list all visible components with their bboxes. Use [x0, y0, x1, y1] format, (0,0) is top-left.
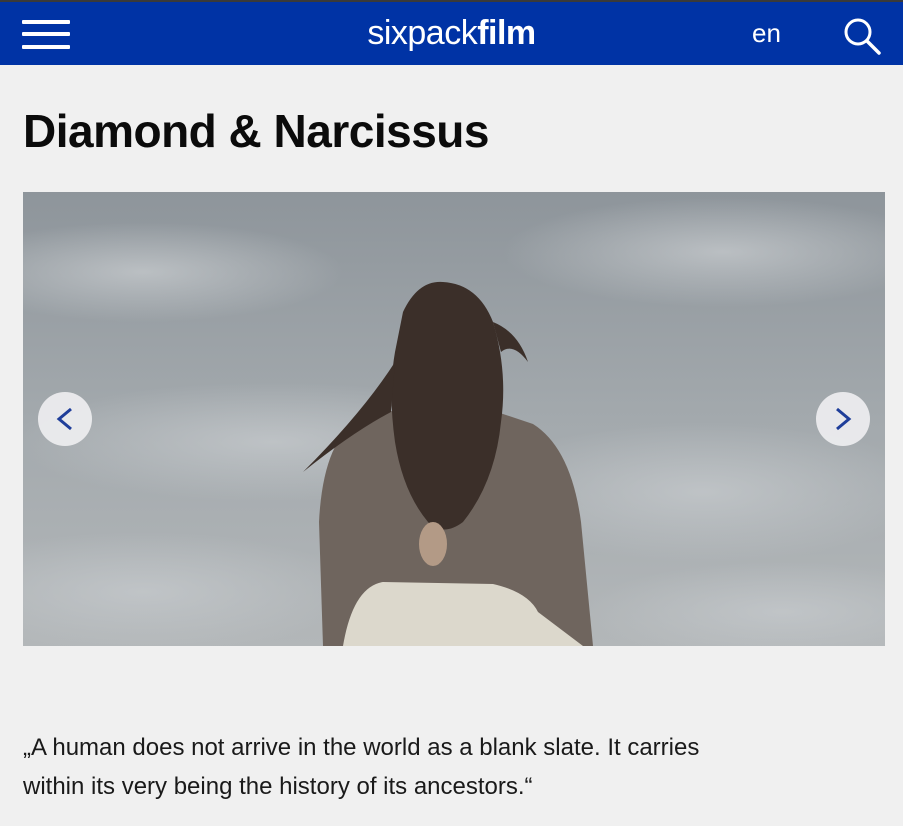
carousel-prev-button[interactable] [38, 392, 92, 446]
chevron-left-icon [56, 407, 72, 431]
page-title: Diamond & Narcissus [23, 105, 489, 157]
film-still-image [23, 192, 885, 646]
carousel-next-button[interactable] [816, 392, 870, 446]
image-carousel[interactable] [23, 192, 885, 646]
film-quote: „A human does not arrive in the world as… [23, 734, 700, 800]
language-switch[interactable]: en [752, 18, 781, 49]
logo-bold-text: film [477, 14, 536, 52]
chevron-right-icon [836, 407, 852, 431]
search-icon [844, 18, 881, 55]
logo-light-text: sixpack [367, 14, 478, 52]
site-header: sixpackfilm en [0, 0, 903, 65]
search-button[interactable] [842, 16, 882, 56]
